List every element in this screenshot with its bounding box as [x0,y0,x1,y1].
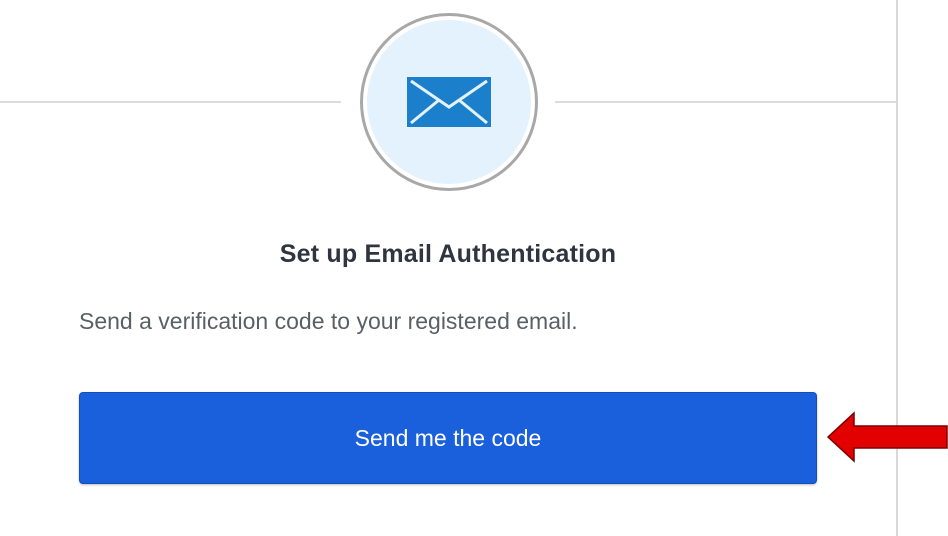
page: Set up Email Authentication Send a verif… [0,0,948,536]
envelope-icon [407,77,491,127]
send-code-button[interactable]: Send me the code [79,392,817,484]
factor-badge-inner [367,20,531,184]
factor-badge [360,13,538,191]
setup-description: Send a verification code to your registe… [79,308,578,334]
authentication-card: Set up Email Authentication Send a verif… [0,0,898,536]
red-arrow-icon [826,411,948,463]
page-title: Set up Email Authentication [279,240,617,268]
header-divider-left [0,101,341,103]
header-divider-right [555,101,896,103]
